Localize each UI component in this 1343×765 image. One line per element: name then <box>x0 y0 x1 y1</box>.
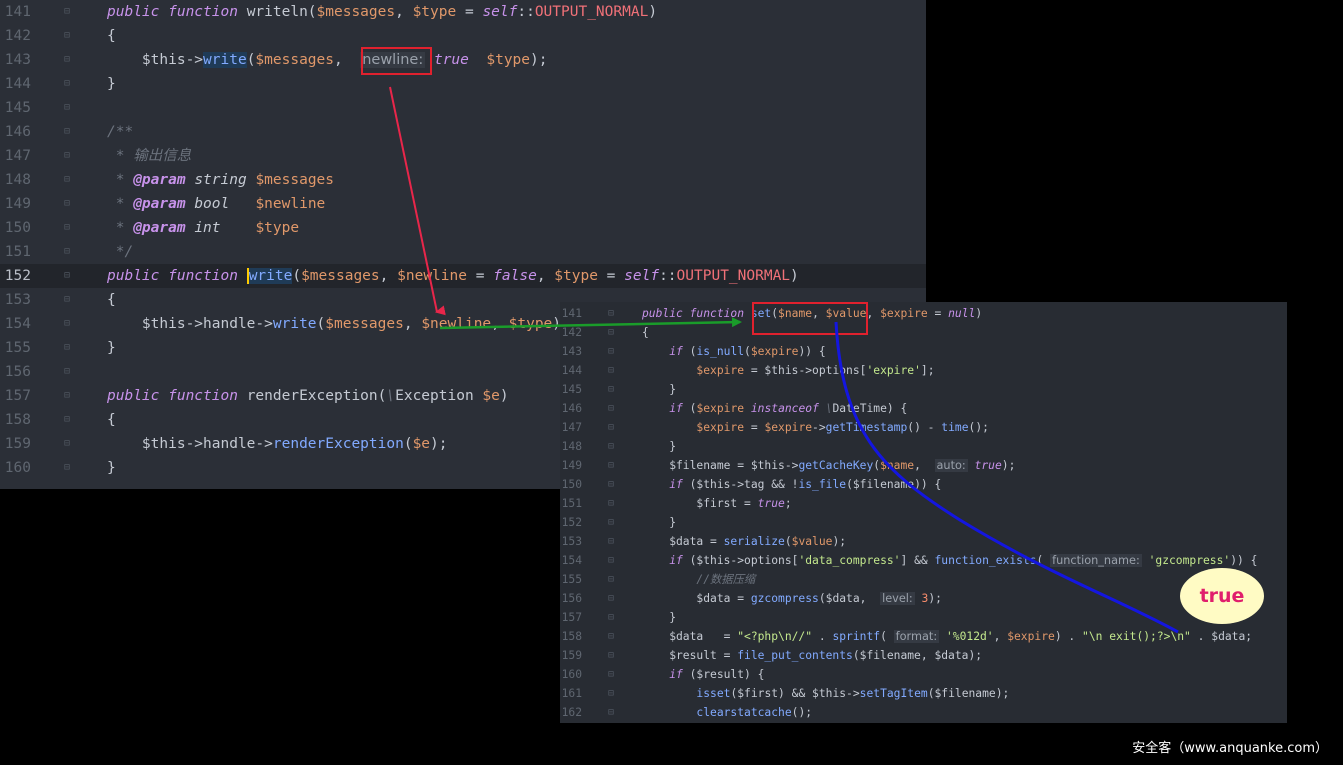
true-callout-label: true <box>1199 585 1245 607</box>
red-arrow <box>389 86 446 316</box>
true-callout: true <box>1180 568 1264 624</box>
green-arrow <box>439 317 742 330</box>
watermark: 安全客（www.anquanke.com） <box>1132 741 1328 756</box>
annotation-arrows <box>389 86 1179 634</box>
blue-curve <box>834 321 1179 634</box>
